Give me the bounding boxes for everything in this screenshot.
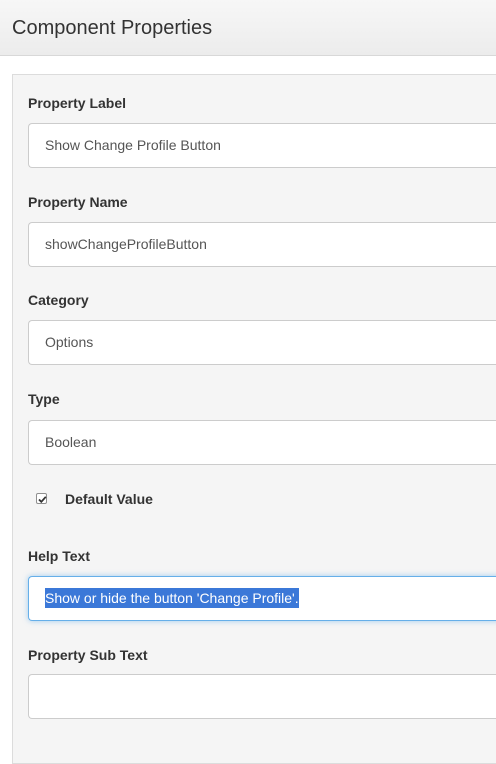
property-name-label: Property Name [28, 194, 128, 210]
property-label-input[interactable]: Show Change Profile Button [28, 123, 496, 168]
panel-header: Component Properties [0, 0, 496, 56]
checkmark-icon [38, 496, 47, 504]
category-input[interactable]: Options [28, 320, 496, 365]
property-label-label: Property Label [28, 95, 127, 111]
type-label: Type [28, 391, 60, 407]
property-sub-text-label: Property Sub Text [28, 647, 148, 663]
property-name-input[interactable]: showChangeProfileButton [28, 222, 496, 267]
help-text-input[interactable]: Show or hide the button 'Change Profile'… [28, 576, 496, 621]
type-input[interactable]: Boolean [28, 420, 496, 465]
default-value-checkbox[interactable] [36, 493, 47, 504]
property-sub-text-input[interactable] [28, 674, 496, 719]
help-text-label: Help Text [28, 548, 90, 564]
category-label: Category [28, 292, 89, 308]
help-text-selected-value: Show or hide the button 'Change Profile'… [45, 588, 299, 608]
panel-title: Component Properties [12, 17, 213, 39]
default-value-label: Default Value [65, 491, 153, 507]
